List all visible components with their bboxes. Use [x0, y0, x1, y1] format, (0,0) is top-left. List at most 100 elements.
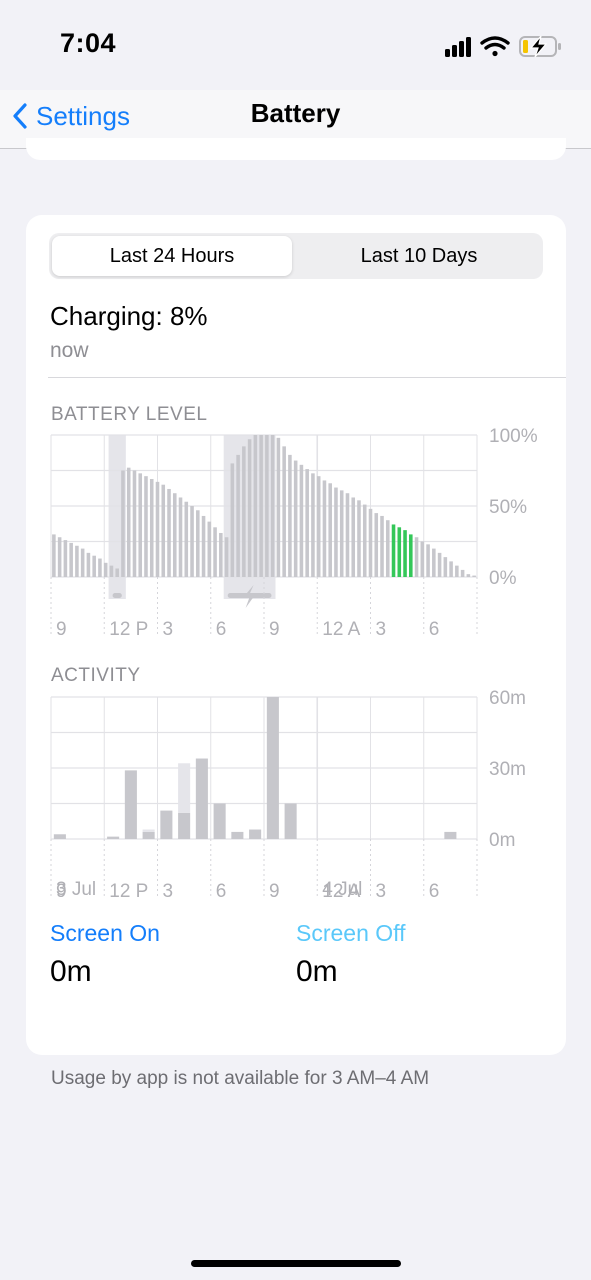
- battery-level-bar: [92, 555, 96, 577]
- charging-indicator: [112, 593, 122, 598]
- y-tick-label: 100%: [489, 426, 538, 447]
- charging-time: now: [50, 339, 89, 362]
- battery-level-bar: [414, 537, 419, 577]
- battery-level-bar: [374, 513, 379, 577]
- battery-level-bar: [299, 464, 304, 577]
- activity-label: ACTIVITY: [51, 665, 141, 686]
- x-tick-label: 3: [376, 881, 387, 902]
- status-icons: [445, 35, 561, 58]
- x-tick-label: 6: [429, 881, 440, 902]
- battery-level-bar: [126, 467, 131, 577]
- status-bar: 7:04: [0, 0, 591, 90]
- x-tick-label: 9: [56, 619, 67, 640]
- battery-level-bar: [184, 501, 189, 577]
- y-tick-label: 50%: [489, 497, 527, 518]
- x-tick-label: 3: [163, 619, 174, 640]
- status-time: 7:04: [60, 28, 117, 58]
- battery-level-bar: [253, 435, 258, 577]
- screen-on-bar: [107, 836, 120, 839]
- battery-level-bar: [351, 497, 356, 577]
- battery-level-bar: [172, 493, 177, 577]
- y-tick-label: 60m: [489, 688, 526, 709]
- battery-level-bar: [103, 562, 108, 577]
- screen-off-label: Screen Off: [296, 920, 406, 946]
- x-tick-label: 12 P: [109, 881, 148, 902]
- battery-level-bar: [247, 439, 252, 577]
- battery-level-bar: [426, 544, 430, 577]
- battery-level-bar: [391, 524, 396, 577]
- battery-level-bar: [57, 537, 62, 577]
- x-tick-label: 12 A: [322, 619, 360, 640]
- battery-level-bar: [52, 534, 56, 577]
- battery-level-bar: [293, 460, 298, 577]
- battery-level-bar: [167, 488, 171, 577]
- battery-level-bar: [155, 481, 160, 577]
- screen-on-bar: [160, 810, 173, 839]
- battery-level-bar: [443, 557, 448, 577]
- screen-on-bar: [249, 829, 262, 839]
- battery-level-bar: [230, 463, 235, 577]
- time-range-segmented-control: Last 24 Hours Last 10 Days: [49, 233, 543, 279]
- screen-on-bar: [142, 831, 155, 839]
- x-tick-label: 6: [429, 619, 440, 640]
- screen-on-bar: [124, 770, 137, 839]
- battery-level-bar: [121, 470, 125, 577]
- battery-level-bar: [69, 542, 73, 577]
- battery-level-bar: [357, 500, 361, 577]
- battery-level-bar: [345, 493, 350, 577]
- y-tick-label: 0m: [489, 830, 515, 851]
- battery-level-bar: [432, 548, 436, 577]
- battery-level-bar: [276, 437, 281, 577]
- battery-level-bar: [288, 454, 292, 577]
- screen-on-value: 0m: [50, 955, 92, 988]
- battery-level-label: BATTERY LEVEL: [51, 404, 208, 425]
- battery-level-bar: [144, 476, 148, 577]
- date-label: 4 Jul: [322, 879, 362, 900]
- battery-level-bar: [334, 487, 338, 577]
- segment-last-10-days[interactable]: Last 10 Days: [298, 236, 540, 276]
- battery-level-bar: [190, 506, 194, 577]
- screen-on-bar: [178, 812, 191, 839]
- screen-off-bar: [142, 829, 155, 832]
- battery-level-bar: [316, 476, 321, 577]
- battery-level-bar: [385, 520, 390, 577]
- x-tick-label: 6: [216, 619, 227, 640]
- battery-level-bar: [201, 515, 206, 577]
- battery-level-bar: [380, 515, 384, 577]
- screen-off-legend[interactable]: Screen Off 0m: [296, 920, 406, 989]
- battery-level-bar: [409, 534, 413, 577]
- battery-level-bar: [207, 521, 212, 577]
- x-tick-label: 12 P: [109, 619, 148, 640]
- battery-level-bar: [472, 575, 476, 577]
- battery-level-bar: [311, 473, 315, 577]
- battery-level-bar: [196, 510, 200, 577]
- home-indicator[interactable]: [191, 1260, 401, 1267]
- battery-level-bar: [86, 552, 91, 577]
- screen-on-legend[interactable]: Screen On 0m: [50, 920, 160, 989]
- cellular-signal-icon: [445, 37, 471, 57]
- battery-level-bar: [259, 435, 263, 577]
- x-tick-label: 9: [269, 619, 280, 640]
- battery-level-chart: 9 12 P 3 6 9 12 A 3 6 100% 50% 0%: [50, 426, 538, 640]
- battery-level-bar: [219, 532, 223, 577]
- x-tick-label: 3: [376, 619, 387, 640]
- screen-off-bar: [178, 763, 191, 813]
- battery-level-bar: [420, 541, 425, 577]
- date-label: 3 Jul: [56, 879, 96, 900]
- battery-usage-card: Last 24 Hours Last 10 Days Charging: 8% …: [26, 215, 566, 1055]
- activity-chart: 9 12 P 3 6 9 12 A 3 660m30m0m3 Jul 4 Jul: [50, 688, 526, 902]
- wifi-icon: [480, 36, 510, 57]
- battery-level-bar: [322, 480, 327, 577]
- battery-level-bar: [224, 537, 229, 577]
- y-tick-label: 30m: [489, 759, 526, 780]
- battery-level-bar: [305, 469, 309, 577]
- battery-level-bar: [455, 565, 459, 577]
- battery-level-bar: [178, 497, 183, 577]
- battery-level-bar: [362, 504, 367, 577]
- battery-level-bar: [466, 574, 471, 577]
- battery-level-bar: [236, 454, 240, 577]
- segment-last-24-hours[interactable]: Last 24 Hours: [52, 236, 292, 276]
- battery-level-bar: [161, 484, 166, 577]
- battery-level-bar: [115, 568, 119, 577]
- divider: [48, 377, 566, 378]
